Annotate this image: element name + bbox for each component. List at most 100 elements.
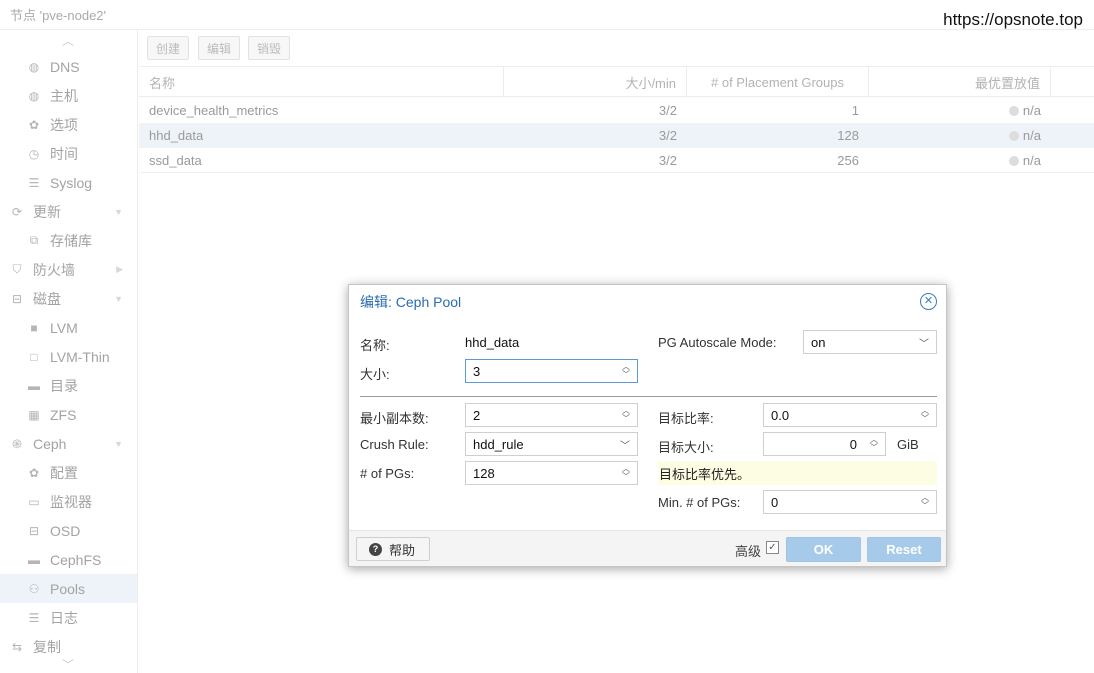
grid-divider <box>139 172 1094 173</box>
cell-name: device_health_metrics <box>149 103 279 118</box>
chevron-down-icon[interactable]: ▼ <box>114 207 123 217</box>
sidebar-item-lvm-thin[interactable]: □ LVM-Thin <box>0 342 137 371</box>
pgs-stepper[interactable]: 128 ︿ ﹀ <box>465 461 638 485</box>
min-size-stepper[interactable]: 2 ︿ ﹀ <box>465 403 638 427</box>
destroy-button[interactable]: 销毁 <box>248 36 291 60</box>
spinner-icon[interactable]: ︿ ﹀ <box>920 406 930 424</box>
column-header-pgs[interactable]: # of Placement Groups <box>687 67 869 97</box>
cell-name: ssd_data <box>149 153 202 168</box>
spinner-icon[interactable]: ︿ ﹀ <box>621 362 631 380</box>
close-icon[interactable]: ✕ <box>920 293 937 310</box>
autoscale-value: on <box>811 334 826 350</box>
sidebar-item-label: 选项 <box>50 116 78 133</box>
sidebar-item-label: Pools <box>50 580 86 597</box>
column-header-optimal[interactable]: 最优置放值 <box>869 67 1051 97</box>
sidebar-item-directory[interactable]: ▬ 目录 <box>0 371 137 400</box>
dialog-title: 编辑: Ceph Pool <box>360 293 462 310</box>
chevron-down-icon[interactable]: ▼ <box>114 439 123 449</box>
chevron-down-icon[interactable]: ▼ <box>114 294 123 304</box>
top-bar: 节点 'pve-node2' https://opsnote.top <box>0 0 1094 30</box>
cell-optimal: n/a <box>869 98 1051 123</box>
folder-icon: ▬ <box>28 552 40 567</box>
autoscale-select[interactable]: on ﹀ <box>803 330 937 354</box>
chevron-down-icon[interactable]: ﹀ <box>919 335 929 350</box>
chevron-down-icon[interactable]: ﹀ <box>620 437 630 452</box>
sidebar-item-label: ZFS <box>50 406 77 423</box>
sidebar-item-label: 日志 <box>50 609 78 626</box>
list-icon: ☰ <box>28 610 40 625</box>
toolbar: 创建 编辑 销毁 <box>139 31 1094 67</box>
table-row[interactable]: device_health_metrics 3/2 1 n/a <box>139 98 1094 123</box>
sidebar-item-time[interactable]: ◷ 时间 <box>0 139 137 168</box>
target-ratio-stepper[interactable]: 0.0 ︿ ﹀ <box>763 403 937 427</box>
spinner-icon[interactable]: ︿ ﹀ <box>621 464 631 482</box>
scroll-down-icon[interactable]: ﹀ <box>62 656 74 673</box>
sidebar-item-config[interactable]: ✿ 配置 <box>0 458 137 487</box>
sidebar-item-firewall[interactable]: ⛉ 防火墙 ▶ <box>0 255 137 284</box>
size-label: 大小: <box>360 367 390 382</box>
grid-header: 名称 大小/min # of Placement Groups 最优置放值 <box>139 67 1094 97</box>
sidebar-item-label: 配置 <box>50 464 78 481</box>
sidebar-item-ceph[interactable]: ֍ Ceph ▼ <box>0 429 137 458</box>
scroll-up-icon[interactable]: ︿ <box>62 32 74 49</box>
cell-size: 3/2 <box>658 128 677 143</box>
sidebar-item-options[interactable]: ✿ 选项 <box>0 110 137 139</box>
spinner-icon[interactable]: ︿ ﹀ <box>869 435 879 453</box>
column-header-name[interactable]: 名称 <box>139 67 504 97</box>
sidebar-item-log[interactable]: ☰ 日志 <box>0 603 137 632</box>
node-title: 节点 'pve-node2' <box>10 8 107 23</box>
sidebar-item-pools[interactable]: ⚇ Pools <box>0 574 137 603</box>
dialog-footer: ? 帮助 高级 ✓ OK Reset <box>349 530 946 566</box>
sidebar-item-label: 时间 <box>50 145 78 162</box>
table-row[interactable]: hhd_data 3/2 128 n/a <box>139 123 1094 148</box>
ok-button[interactable]: OK <box>786 537 861 562</box>
create-button[interactable]: 创建 <box>147 36 190 60</box>
crush-rule-select[interactable]: hdd_rule ﹀ <box>465 432 638 456</box>
sidebar-item-dns[interactable]: ◍ DNS <box>0 52 137 81</box>
min-pgs-label: Min. # of PGs: <box>658 495 741 510</box>
target-ratio-value: 0.0 <box>771 407 790 423</box>
sidebar-item-syslog[interactable]: ☰ Syslog <box>0 168 137 197</box>
sidebar-item-zfs[interactable]: ▦ ZFS <box>0 400 137 429</box>
sidebar-item-label: Syslog <box>50 174 93 191</box>
advanced-checkbox[interactable]: ✓ <box>766 541 779 554</box>
spinner-icon[interactable]: ︿ ﹀ <box>920 493 930 511</box>
name-value: hhd_data <box>465 335 520 350</box>
sidebar-item-lvm[interactable]: ■ LVM <box>0 313 137 342</box>
sidebar-item-disks[interactable]: ⊟ 磁盘 ▼ <box>0 284 137 313</box>
table-row[interactable]: ssd_data 3/2 256 n/a <box>139 148 1094 173</box>
edit-button[interactable]: 编辑 <box>198 36 241 60</box>
column-header-size[interactable]: 大小/min <box>504 67 687 97</box>
help-label: 帮助 <box>389 542 416 558</box>
hdd-icon: ⊟ <box>11 291 23 306</box>
sidebar-item-monitor[interactable]: ▭ 监视器 <box>0 487 137 516</box>
dialog-header: 编辑: Ceph Pool ✕ <box>349 285 946 318</box>
cell-size: 3/2 <box>658 153 677 168</box>
square-outline-icon: □ <box>30 349 38 364</box>
sidebar-item-label: CephFS <box>50 551 102 568</box>
help-button[interactable]: ? 帮助 <box>356 537 430 561</box>
dialog-separator <box>360 396 937 397</box>
sidebar-item-osd[interactable]: ⊟ OSD <box>0 516 137 545</box>
min-pgs-value: 0 <box>771 494 779 510</box>
globe-icon: ◍ <box>28 88 40 103</box>
reset-button[interactable]: Reset <box>867 537 941 562</box>
target-ratio-label: 目标比率: <box>658 411 714 426</box>
crush-rule-value: hdd_rule <box>473 436 524 452</box>
spinner-icon[interactable]: ︿ ﹀ <box>621 406 631 424</box>
target-ratio-hint: 目标比率优先。 <box>658 461 937 485</box>
sidebar-item-cephfs[interactable]: ▬ CephFS <box>0 545 137 574</box>
sidebar-item-label: Ceph <box>33 435 67 452</box>
chevron-right-icon[interactable]: ▶ <box>116 264 123 275</box>
refresh-icon: ⟳ <box>11 204 23 219</box>
monitor-icon: ▭ <box>28 494 40 509</box>
min-pgs-stepper[interactable]: 0 ︿ ﹀ <box>763 490 937 514</box>
advanced-label: 高级 <box>735 544 762 559</box>
autoscale-label: PG Autoscale Mode: <box>658 335 777 350</box>
sidebar-item-repositories[interactable]: ⧉ 存储库 <box>0 226 137 255</box>
target-size-stepper[interactable]: 0 ︿ ﹀ <box>763 432 886 456</box>
sidebar-item-updates[interactable]: ⟳ 更新 ▼ <box>0 197 137 226</box>
size-stepper[interactable]: 3 ︿ ﹀ <box>465 359 638 383</box>
sidebar-item-host[interactable]: ◍ 主机 <box>0 81 137 110</box>
sidebar-item-label: OSD <box>50 522 81 539</box>
